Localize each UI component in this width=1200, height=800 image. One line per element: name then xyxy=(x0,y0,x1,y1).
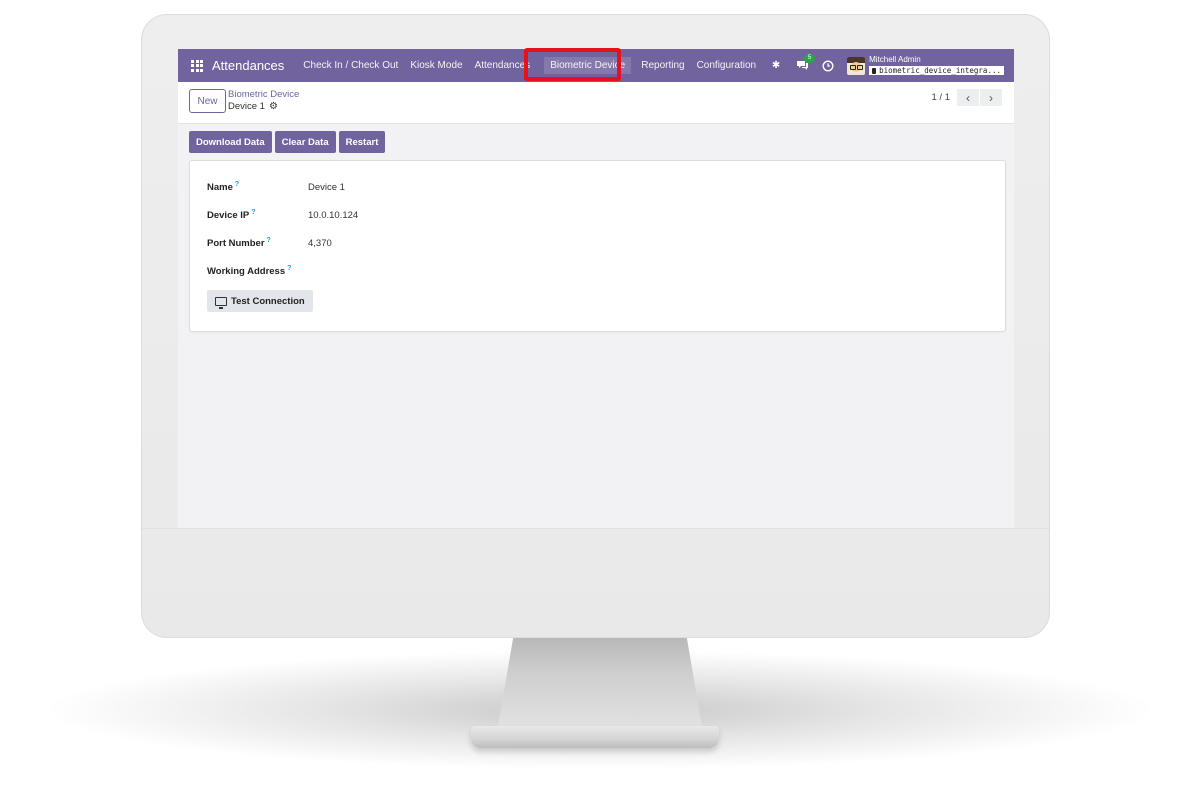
help-icon[interactable]: ? xyxy=(251,209,255,216)
help-icon[interactable]: ? xyxy=(267,237,271,244)
monitor-stand-base xyxy=(471,726,719,748)
bug-icon[interactable]: ✱ xyxy=(769,59,783,73)
gear-icon[interactable]: ⚙ xyxy=(269,101,278,113)
control-panel: New Biometric Device Device 1 ⚙ 1 / 1 ‹ … xyxy=(178,82,1014,124)
form-sheet: Name? Device 1 Device IP? 10.0.10.124 Po… xyxy=(189,160,1006,332)
field-label: Working Address? xyxy=(207,265,292,278)
clear-data-button[interactable]: Clear Data xyxy=(274,131,336,153)
help-icon[interactable]: ? xyxy=(287,265,291,272)
breadcrumb-current: Device 1 ⚙ xyxy=(228,101,299,113)
monitor-stand-neck xyxy=(497,636,703,732)
monitor-icon xyxy=(215,296,227,309)
pager-previous-button[interactable]: ‹ xyxy=(957,89,979,106)
menu-check-in-out[interactable]: Check In / Check Out xyxy=(297,60,404,71)
navbar-systray: ✱ 5 Mitchell Admin biometric_device_inte… xyxy=(763,49,1014,82)
restart-button[interactable]: Restart xyxy=(338,131,386,153)
breadcrumb-current-label: Device 1 xyxy=(228,101,265,112)
pager: 1 / 1 ‹ › xyxy=(932,89,1002,106)
breadcrumb: Biometric Device Device 1 ⚙ xyxy=(228,89,299,113)
menu-reporting[interactable]: Reporting xyxy=(635,60,690,71)
pager-next-button[interactable]: › xyxy=(980,89,1002,106)
menu-configuration[interactable]: Configuration xyxy=(691,60,762,71)
help-icon[interactable]: ? xyxy=(235,181,239,188)
field-label: Port Number? xyxy=(207,237,271,250)
new-button[interactable]: New xyxy=(189,89,226,113)
database-name: biometric_device_integra... xyxy=(869,65,1004,76)
screen: Attendances Check In / Check Out Kiosk M… xyxy=(178,49,1014,528)
highlight-box xyxy=(524,48,621,81)
pager-value[interactable]: 1 / 1 xyxy=(932,92,951,103)
field-value[interactable]: 4,370 xyxy=(308,238,332,249)
apps-grid-icon[interactable] xyxy=(191,59,203,72)
messages-count-badge: 5 xyxy=(804,53,816,63)
database-icon xyxy=(872,67,877,74)
field-port-number: Port Number? 4,370 xyxy=(207,237,332,249)
app-name[interactable]: Attendances xyxy=(212,58,284,73)
download-data-button[interactable]: Download Data xyxy=(189,131,272,153)
field-value[interactable]: 10.0.10.124 xyxy=(308,210,358,221)
database-label: biometric_device_integra... xyxy=(879,65,1001,75)
header-actions: Download Data Clear Data Restart xyxy=(189,131,388,153)
user-menu[interactable]: Mitchell Admin biometric_device_integra.… xyxy=(869,54,1004,76)
monitor-chin xyxy=(141,528,1050,529)
user-avatar[interactable] xyxy=(847,56,866,75)
test-connection-label: Test Connection xyxy=(231,295,305,307)
field-name: Name? Device 1 xyxy=(207,181,345,193)
field-value[interactable]: Device 1 xyxy=(308,182,345,193)
field-working-address: Working Address? xyxy=(207,265,308,277)
menu-kiosk-mode[interactable]: Kiosk Mode xyxy=(404,60,468,71)
test-connection-button[interactable]: Test Connection xyxy=(207,290,313,312)
field-label: Name? xyxy=(207,181,240,194)
messages-icon[interactable]: 5 xyxy=(795,53,816,73)
field-label: Device IP? xyxy=(207,209,256,222)
breadcrumb-parent[interactable]: Biometric Device xyxy=(228,89,299,101)
clock-icon[interactable] xyxy=(821,59,835,73)
user-name: Mitchell Admin xyxy=(869,54,921,64)
field-device-ip: Device IP? 10.0.10.124 xyxy=(207,209,358,221)
